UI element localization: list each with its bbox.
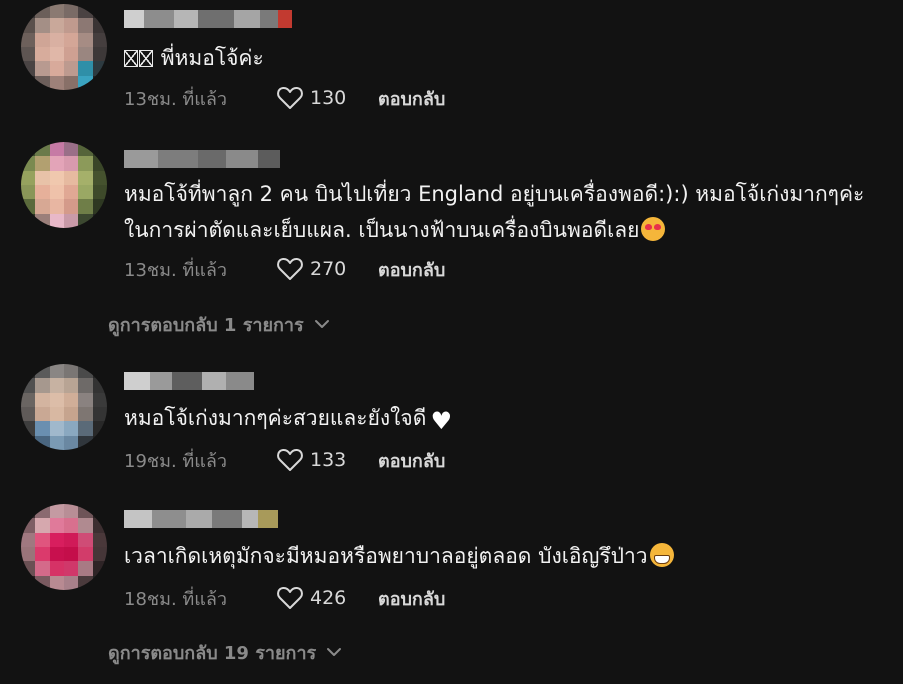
missing-glyph-icon (124, 50, 138, 67)
comment-time: 18ชม. ที่แล้ว (124, 588, 228, 610)
view-replies-label: ดูการตอบกลับ 1 รายการ (108, 314, 304, 336)
comment-meta: 18ชม. ที่แล้ว 426 ตอบกลับ (124, 584, 445, 612)
missing-glyph-icon (139, 50, 153, 67)
comment-text-content: พี่หมอโจ้ค่ะ (160, 46, 264, 70)
avatar[interactable] (21, 504, 107, 590)
username-redacted[interactable] (124, 372, 254, 390)
comment-time: 19ชม. ที่แล้ว (124, 450, 228, 472)
like-button[interactable]: 270 (276, 256, 378, 282)
comment-time: 13ชม. ที่แล้ว (124, 259, 228, 281)
comment-text: พี่หมอโจ้ค่ะ (124, 40, 873, 76)
view-replies-button[interactable]: ดูการตอบกลับ 1 รายการ (108, 310, 330, 338)
comment-text-content: หมอโจ้ที่พาลูก 2 คน บินไปเที่ยว England … (124, 182, 865, 242)
like-count: 133 (310, 449, 347, 471)
username-redacted[interactable] (124, 10, 292, 28)
chevron-down-icon (314, 320, 329, 328)
comment-item: หมอโจ้ที่พาลูก 2 คน บินไปเที่ยว England … (0, 140, 903, 300)
like-count: 270 (310, 258, 347, 280)
reply-button[interactable]: ตอบกลับ (378, 84, 445, 113)
heart-outline-icon (277, 448, 303, 471)
reply-button[interactable]: ตอบกลับ (378, 584, 445, 613)
reply-button[interactable]: ตอบกลับ (378, 446, 445, 475)
smiling-face-with-hearts-icon (641, 217, 666, 241)
comment-item: หมอโจ้เก่งมากๆค่ะสวยและยังใจดี ♥ 19ชม. ที… (0, 360, 903, 480)
comment-meta: 13ชม. ที่แล้ว 270 ตอบกลับ (124, 255, 445, 283)
like-count: 130 (310, 87, 347, 109)
view-replies-label: ดูการตอบกลับ 19 รายการ (108, 642, 317, 664)
like-count: 426 (310, 587, 347, 609)
heart-outline-icon (277, 586, 303, 609)
comment-item: เวลาเกิดเหตุมักจะมีหมอหรือพยาบาลอยู่ตลอด… (0, 500, 903, 620)
comment-item: พี่หมอโจ้ค่ะ 13ชม. ที่แล้ว 130 ตอบกลับ (0, 0, 903, 120)
comment-meta: 19ชม. ที่แล้ว 133 ตอบกลับ (124, 446, 445, 474)
username-redacted[interactable] (124, 510, 278, 528)
comment-text: เวลาเกิดเหตุมักจะมีหมอหรือพยาบาลอยู่ตลอด… (124, 538, 873, 574)
like-button[interactable]: 130 (276, 85, 378, 111)
grinning-face-icon (649, 543, 674, 567)
chevron-down-icon (327, 648, 342, 656)
comment-text-content: เวลาเกิดเหตุมักจะมีหมอหรือพยาบาลอยู่ตลอด… (124, 544, 648, 568)
comment-meta: 13ชม. ที่แล้ว 130 ตอบกลับ (124, 84, 445, 112)
reply-button[interactable]: ตอบกลับ (378, 255, 445, 284)
comment-text: หมอโจ้เก่งมากๆค่ะสวยและยังใจดี ♥ (124, 400, 873, 436)
like-button[interactable]: 133 (276, 447, 378, 473)
heart-outline-icon (277, 86, 303, 109)
username-redacted[interactable] (124, 150, 280, 168)
avatar[interactable] (21, 4, 107, 90)
avatar[interactable] (21, 364, 107, 450)
comment-time: 13ชม. ที่แล้ว (124, 88, 228, 110)
avatar[interactable] (21, 142, 107, 228)
view-replies-button[interactable]: ดูการตอบกลับ 19 รายการ (108, 638, 342, 666)
comment-text: หมอโจ้ที่พาลูก 2 คน บินไปเที่ยว England … (124, 176, 873, 248)
heart-outline-icon (277, 257, 303, 280)
comment-text-content: หมอโจ้เก่งมากๆค่ะสวยและยังใจดี (124, 406, 427, 430)
like-button[interactable]: 426 (276, 585, 378, 611)
white-heart-icon: ♥ (430, 407, 453, 435)
